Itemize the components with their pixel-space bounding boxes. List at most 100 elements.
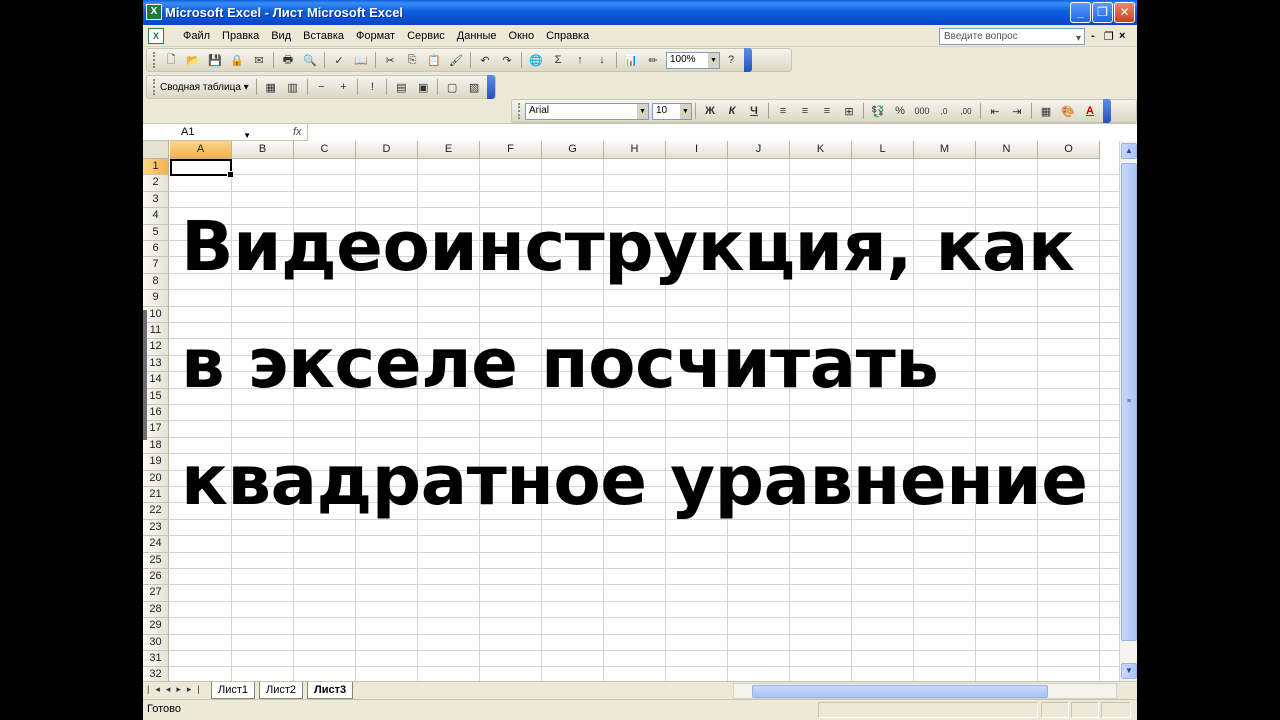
include-hidden-icon[interactable]: ▢ [443,78,461,96]
menu-tools[interactable]: Сервис [401,30,451,42]
font-size-select[interactable]: 10 ▼ [652,102,692,120]
help-search-input[interactable]: Введите вопрос ▾ [939,28,1085,45]
research-icon[interactable]: 📖 [352,51,370,69]
email-icon[interactable]: ✉ [250,51,268,69]
increase-indent-icon[interactable]: ⇥ [1008,102,1026,120]
align-left-icon[interactable]: ≡ [774,102,792,120]
column-header-l[interactable]: L [852,141,914,159]
column-header-b[interactable]: B [232,141,294,159]
zoom-select[interactable]: 100% ▼ [666,51,720,69]
horizontal-scrollbar[interactable] [733,683,1117,699]
fill-color-icon[interactable]: 🎨 [1059,102,1077,120]
row-header-3[interactable]: 3 [143,191,169,209]
undo-icon[interactable]: ↶ [476,51,494,69]
name-box[interactable]: A1 ▼ [145,125,251,141]
row-header-31[interactable]: 31 [143,651,169,668]
menu-edit[interactable]: Правка [216,30,265,42]
row-header-5[interactable]: 5 [143,224,169,241]
row-header-7[interactable]: 7 [143,257,169,274]
row-header-2[interactable]: 2 [143,175,169,192]
column-header-o[interactable]: O [1038,141,1100,159]
row-header-26[interactable]: 26 [143,569,169,586]
row-header-19[interactable]: 19 [143,454,169,471]
row-header-9[interactable]: 9 [143,290,169,307]
workbook-icon[interactable]: X [148,28,164,44]
print-icon[interactable]: 🖶 [279,51,297,69]
row-header-18[interactable]: 18 [143,437,169,455]
spelling-icon[interactable]: ✓ [330,51,348,69]
scroll-thumb[interactable]: ≡ [1121,163,1137,641]
column-header-j[interactable]: J [728,141,790,159]
menu-insert[interactable]: Вставка [297,30,350,42]
menu-window[interactable]: Окно [503,30,541,42]
currency-icon[interactable]: 💱 [869,102,887,120]
column-header-i[interactable]: I [666,141,728,159]
scroll-down-button[interactable]: ▼ [1121,663,1137,679]
field-list-icon[interactable]: ▣ [414,78,432,96]
menu-data[interactable]: Данные [451,30,503,42]
show-detail-icon[interactable]: + [334,78,352,96]
print-preview-icon[interactable]: 🔍 [301,51,319,69]
toolbar-grip[interactable] [153,79,156,95]
row-header-25[interactable]: 25 [143,552,169,569]
row-header-30[interactable]: 30 [143,634,169,651]
column-header-e[interactable]: E [418,141,480,159]
align-right-icon[interactable]: ≡ [818,102,836,120]
copy-icon[interactable]: ⎘ [403,51,421,69]
pivot-table-menu[interactable]: Сводная таблица ▾ [160,82,249,93]
new-icon[interactable]: 🗋 [162,51,180,69]
hide-detail-icon[interactable]: − [313,78,331,96]
always-display-icon[interactable]: ▧ [465,78,483,96]
row-header-1[interactable]: 1 [143,159,169,176]
decrease-decimal-icon[interactable]: ,00 [957,102,975,120]
merge-center-icon[interactable]: ⊞ [840,102,858,120]
select-all-button[interactable] [143,141,169,159]
column-header-f[interactable]: F [480,141,542,159]
bold-button[interactable]: Ж [701,102,719,120]
format-report-icon[interactable]: ▦ [262,78,280,96]
refresh-data-icon[interactable]: ! [363,78,381,96]
active-cell[interactable] [170,159,234,178]
row-header-27[interactable]: 27 [143,585,169,602]
drawing-icon[interactable]: ✏ [644,51,662,69]
column-header-c[interactable]: C [294,141,356,159]
font-color-button[interactable]: A [1081,102,1099,120]
field-settings-icon[interactable]: ▤ [392,78,410,96]
column-header-g[interactable]: G [542,141,604,159]
column-header-a[interactable]: A [170,141,232,159]
sheet-tab-1[interactable]: Лист1 [211,682,256,699]
close-button[interactable]: ✕ [1114,2,1135,23]
row-header-8[interactable]: 8 [143,273,169,291]
sheet-tab-3[interactable]: Лист3 [307,682,354,699]
splitter-handle[interactable] [143,310,147,440]
row-header-20[interactable]: 20 [143,470,169,487]
formula-input[interactable] [307,124,1137,141]
toolbar-options-button[interactable] [1103,99,1111,123]
save-icon[interactable]: 💾 [206,51,224,69]
italic-button[interactable]: К [723,102,741,120]
row-header-24[interactable]: 24 [143,536,169,553]
hyperlink-icon[interactable]: 🌐 [527,51,545,69]
menu-help[interactable]: Справка [540,30,595,42]
tab-navigation[interactable]: |◂◂▸▸| [147,684,206,695]
cut-icon[interactable]: ✂ [381,51,399,69]
horizontal-scroll-thumb[interactable] [752,685,1048,698]
paste-icon[interactable]: 📋 [425,51,443,69]
toolbar-grip[interactable] [153,52,156,68]
thousands-button[interactable]: 000 [913,102,931,120]
column-header-h[interactable]: H [604,141,666,159]
column-header-m[interactable]: M [914,141,976,159]
help-icon[interactable]: ? [722,51,740,69]
row-header-23[interactable]: 23 [143,519,169,537]
percent-button[interactable]: % [891,102,909,120]
toolbar-options-button[interactable] [487,75,495,99]
toolbar-grip[interactable] [518,103,521,119]
menu-view[interactable]: Вид [265,30,297,42]
menu-format[interactable]: Формат [350,30,401,42]
autosum-icon[interactable]: Σ [549,51,567,69]
chart-report-icon[interactable]: ▥ [284,78,302,96]
row-header-21[interactable]: 21 [143,487,169,504]
sheet-tab-2[interactable]: Лист2 [259,682,304,699]
toolbar-options-button[interactable] [744,48,752,72]
column-header-d[interactable]: D [356,141,418,159]
